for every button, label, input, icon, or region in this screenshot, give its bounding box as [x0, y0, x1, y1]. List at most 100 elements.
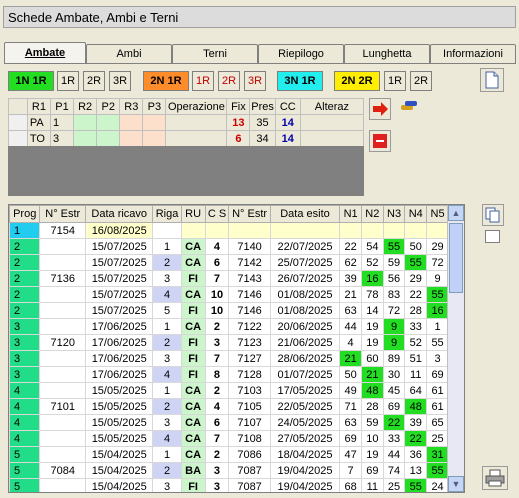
- param-fix[interactable]: 13: [226, 114, 251, 131]
- btn-1n1r-3r[interactable]: 3R: [109, 71, 131, 91]
- table-row[interactable]: 2 15/07/2025 1 CA 4 7140 22/07/2025 22 54 55 50 29: [9, 238, 449, 255]
- column-header[interactable]: Prog: [9, 205, 41, 223]
- column-header[interactable]: N5: [426, 205, 449, 223]
- table-row[interactable]: 2 15/07/2025 4 CA 10 7146 01/08/2025 21 78 83 22 55: [9, 286, 449, 303]
- column-header[interactable]: N° Estr: [39, 205, 87, 223]
- param-operazione[interactable]: [165, 130, 228, 147]
- tab-ambate[interactable]: Ambate: [4, 42, 86, 63]
- param-r1[interactable]: TO: [26, 130, 51, 147]
- table-row[interactable]: 5 7084 15/04/2025 2 BA 3 7087 19/04/2025 7 69 74 13…: [9, 462, 449, 479]
- minus-icon[interactable]: [369, 130, 391, 152]
- cell-cs: 3: [204, 478, 230, 492]
- option-checkbox[interactable]: [485, 230, 500, 243]
- param-r2[interactable]: [73, 114, 98, 131]
- table-row[interactable]: 3 17/06/2025 4 FI 8 7128 01/07/2025 50 21 30 11 69: [9, 366, 449, 383]
- btn-2n2r-1r[interactable]: 1R: [384, 71, 406, 91]
- scroll-thumb[interactable]: [449, 223, 463, 293]
- table-row[interactable]: 4 15/05/2025 1 CA 2 7103 17/05/2025 49 48 45 64 61: [9, 382, 449, 399]
- btn-2n2r[interactable]: 2N 2R: [334, 71, 380, 91]
- table-row[interactable]: 2 15/07/2025 2 CA 6 7142 25/07/2025 62 52 59 55 72: [9, 254, 449, 271]
- btn-2n1r-2r[interactable]: 2R: [218, 71, 240, 91]
- column-header[interactable]: RU: [180, 205, 206, 223]
- param-p3[interactable]: [142, 130, 167, 147]
- param-r3[interactable]: [119, 114, 144, 131]
- tab-terni[interactable]: Terni: [172, 44, 258, 63]
- column-header[interactable]: Riga: [152, 205, 182, 223]
- page-icon[interactable]: [480, 68, 504, 92]
- tab-informazioni[interactable]: Informazioni: [430, 44, 516, 63]
- param-r2[interactable]: [73, 130, 98, 147]
- table-row[interactable]: 2 7136 15/07/2025 3 FI 7 7143 26/07/2025 39 16 56 2…: [9, 270, 449, 287]
- cell-n3: 59: [382, 254, 406, 271]
- btn-2n1r-3r[interactable]: 3R: [244, 71, 266, 91]
- param-cc[interactable]: 14: [274, 130, 301, 147]
- btn-2n1r-1r[interactable]: 1R: [192, 71, 214, 91]
- param-pres[interactable]: 35: [249, 114, 276, 131]
- table-row[interactable]: 4 7101 15/05/2025 2 CA 4 7105 22/05/2025 71 28 69 4…: [9, 398, 449, 415]
- param-alteraz[interactable]: [299, 114, 365, 131]
- btn-3n1r[interactable]: 3N 1R: [277, 71, 323, 91]
- column-header[interactable]: C S: [204, 205, 230, 223]
- cell-n4: 22: [404, 430, 428, 447]
- params-header: Alteraz: [299, 98, 365, 115]
- param-fix[interactable]: 6: [226, 130, 251, 147]
- scroll-up-icon[interactable]: ▲: [448, 205, 464, 221]
- param-p1[interactable]: 1: [49, 114, 75, 131]
- param-operazione[interactable]: [165, 114, 228, 131]
- right-arrow-icon[interactable]: [369, 98, 391, 120]
- copy-icon[interactable]: [482, 204, 504, 226]
- table-row[interactable]: 3 7120 17/06/2025 2 FI 3 7123 21/06/2025 4 19 9 52 5…: [9, 334, 449, 351]
- cell-prog: 2: [9, 238, 41, 255]
- btn-1n1r[interactable]: 1N 1R: [8, 71, 54, 91]
- printer-icon[interactable]: [482, 466, 508, 490]
- cell-n2: 48: [360, 382, 384, 399]
- column-header[interactable]: N2: [360, 205, 384, 223]
- column-header[interactable]: N4: [404, 205, 428, 223]
- table-row[interactable]: 5 15/04/2025 1 CA 2 7086 18/04/2025 47 19 44 36 31: [9, 446, 449, 463]
- param-cc[interactable]: 14: [274, 114, 301, 131]
- btn-1n1r-1r[interactable]: 1R: [57, 71, 79, 91]
- vertical-scrollbar[interactable]: ▲ ▼: [447, 205, 464, 492]
- table-row[interactable]: 1 7154 16/08/2025: [9, 222, 449, 239]
- column-header[interactable]: N1: [339, 205, 362, 223]
- cell-n5: 55: [426, 462, 449, 479]
- btn-2n1r[interactable]: 2N 1R: [143, 71, 189, 91]
- table-row[interactable]: 5 15/04/2025 3 FI 3 7087 19/04/2025 68 11 25 55 24: [9, 478, 449, 492]
- tab-lunghetta[interactable]: Lunghetta: [344, 44, 430, 63]
- table-row[interactable]: 3 17/06/2025 1 CA 2 7122 20/06/2025 44 19 9 33 1: [9, 318, 449, 335]
- param-p2[interactable]: [96, 130, 121, 147]
- param-p1[interactable]: 3: [49, 130, 75, 147]
- cell-n2: 10: [360, 430, 384, 447]
- cell-data-ricavo: 15/05/2025: [85, 382, 154, 399]
- param-p3[interactable]: [142, 114, 167, 131]
- scroll-down-icon[interactable]: ▼: [448, 476, 464, 492]
- cell-data-ricavo: 17/06/2025: [85, 350, 154, 367]
- cell-cs: 4: [204, 238, 230, 255]
- cell-n5: 55: [426, 334, 449, 351]
- table-row[interactable]: 4 15/05/2025 4 CA 7 7108 27/05/2025 69 10 33 22 25: [9, 430, 449, 447]
- table-row[interactable]: 4 15/05/2025 3 CA 6 7107 24/05/2025 63 59 22 39 65: [9, 414, 449, 431]
- param-r3[interactable]: [119, 130, 144, 147]
- params-header: P1: [49, 98, 75, 115]
- column-header[interactable]: Data ricavo: [85, 205, 154, 223]
- column-header[interactable]: Data esito: [269, 205, 341, 223]
- tab-riepilogo[interactable]: Riepilogo: [258, 44, 344, 63]
- params-row-selector[interactable]: [8, 130, 28, 147]
- param-p2[interactable]: [96, 114, 121, 131]
- cell-data-ricavo: 15/05/2025: [85, 414, 154, 431]
- tab-ambi[interactable]: Ambi: [86, 44, 172, 63]
- param-pres[interactable]: 34: [249, 130, 276, 147]
- btn-2n2r-2r[interactable]: 2R: [410, 71, 432, 91]
- cell-n1: [339, 222, 362, 239]
- cell-ru: CA: [180, 446, 206, 463]
- column-header[interactable]: N° Estr: [228, 205, 271, 223]
- param-r1[interactable]: PA: [26, 114, 51, 131]
- column-header[interactable]: N3: [382, 205, 406, 223]
- table-row[interactable]: 2 15/07/2025 5 FI 10 7146 01/08/2025 63 14 72 28 16: [9, 302, 449, 319]
- param-alteraz[interactable]: [299, 130, 365, 147]
- cars-icon[interactable]: [398, 96, 420, 118]
- table-row[interactable]: 3 17/06/2025 3 FI 7 7127 28/06/2025 21 60 89 51 3: [9, 350, 449, 367]
- btn-1n1r-2r[interactable]: 2R: [83, 71, 105, 91]
- params-row-selector[interactable]: [8, 114, 28, 131]
- cell-n4: [404, 222, 428, 239]
